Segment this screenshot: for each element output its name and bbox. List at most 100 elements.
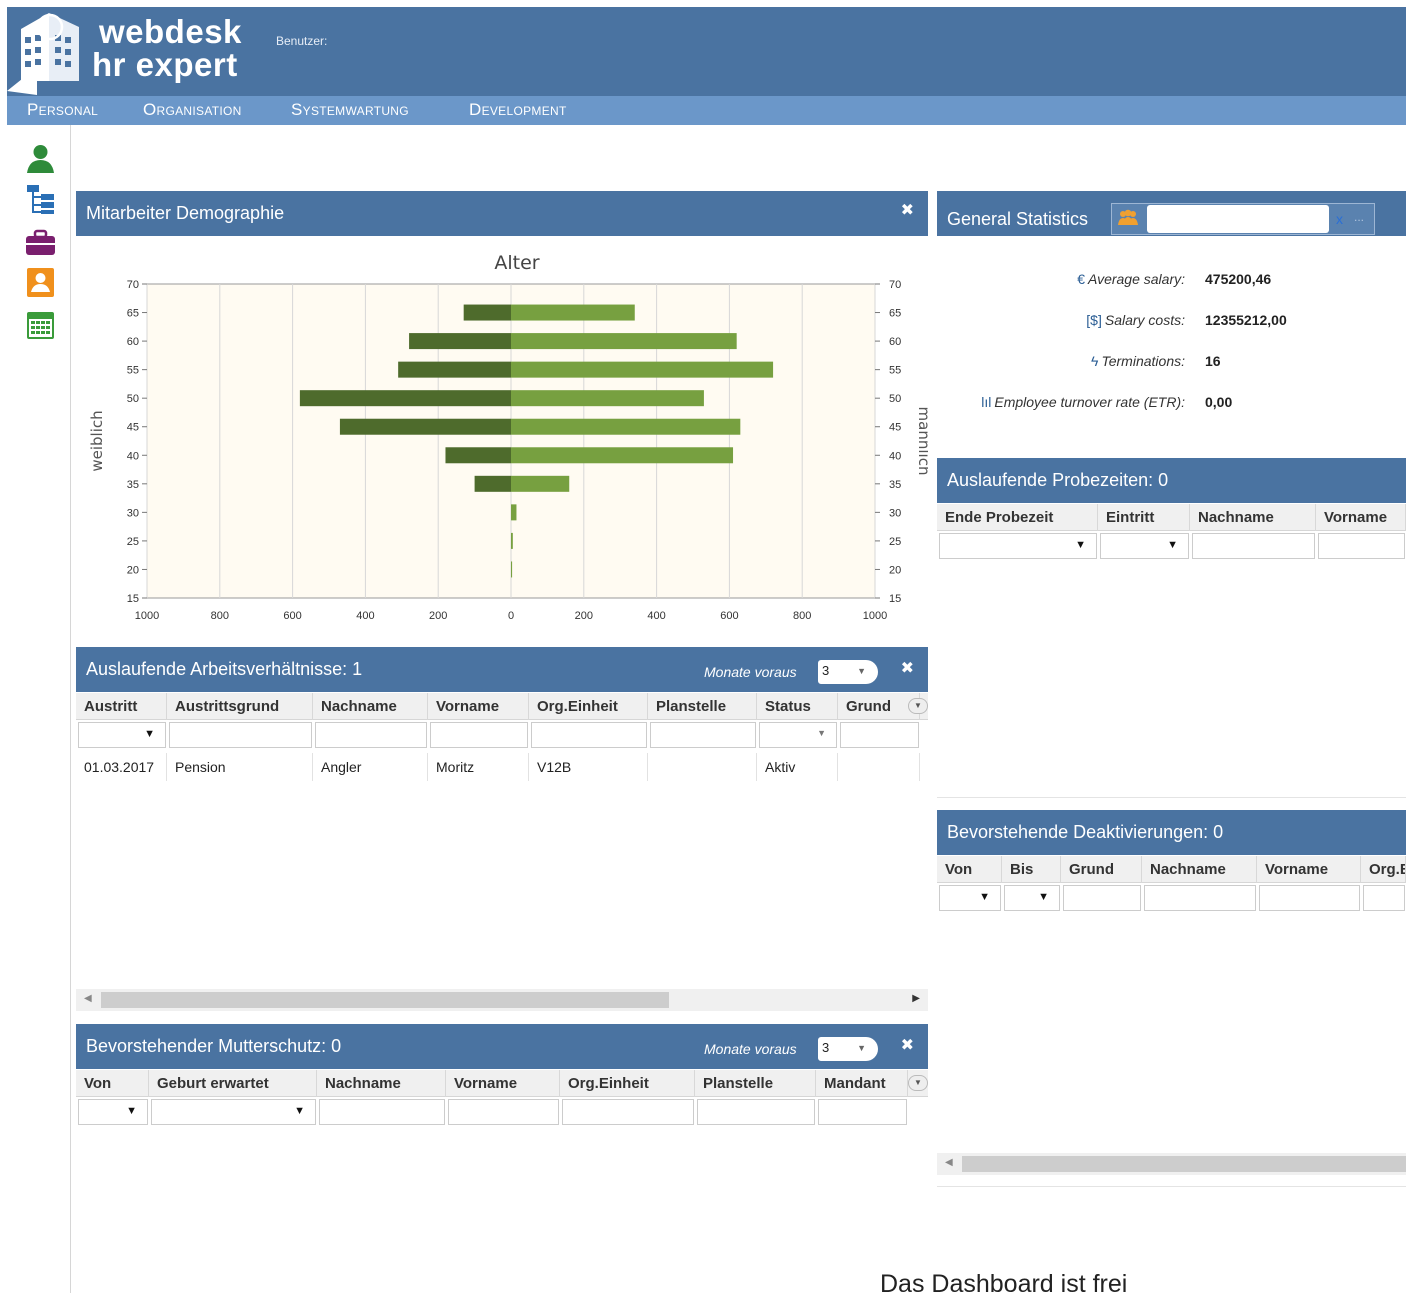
column-header[interactable]: Vorname [446,1070,560,1097]
group-icon[interactable] [1117,209,1139,227]
column-header[interactable]: Ende Probezeit [937,504,1098,531]
filter-input[interactable]: ▼ [78,1099,148,1125]
table-cell [838,753,920,781]
panel-header: Bevorstehender Mutterschutz: 0 Monate vo… [76,1024,928,1069]
filter-input[interactable]: ▼ [78,722,166,748]
column-header[interactable]: Von [76,1070,149,1097]
filter-input[interactable] [1363,885,1405,911]
org-tree-icon[interactable] [25,183,56,214]
y-tick-label-left: 60 [127,336,139,348]
logo[interactable]: webdesk hr expert [7,7,267,96]
stat-label-text: Salary costs: [1104,312,1185,328]
scroll-right-icon[interactable]: ▶ [912,993,920,1004]
column-header[interactable]: Org.Einheit [529,693,648,720]
filter-input[interactable]: ▼ [759,722,837,748]
dropdown-arrow-icon[interactable]: ▼ [1038,891,1049,903]
filter-input[interactable] [650,722,756,748]
column-header[interactable]: Nachname [1190,504,1316,531]
more-icon[interactable]: ... [1354,210,1364,224]
briefcase-icon[interactable] [25,227,56,258]
bar-maennlich [511,561,513,578]
calendar-icon[interactable] [25,309,56,340]
dropdown-arrow-icon[interactable]: ▼ [1167,539,1178,551]
x-tick-label: 800 [211,610,229,622]
y-tick-label-right: 35 [889,479,901,491]
menu-development[interactable]: Development [469,100,567,120]
filter-input[interactable] [315,722,427,748]
dropdown-arrow-icon[interactable]: ▼ [979,891,990,903]
dropdown-arrow-icon[interactable]: ▼ [294,1105,305,1117]
scrollbar-thumb[interactable] [101,992,669,1008]
panel-general-statistics: General Statistics x ... € Average salary… [937,191,1406,447]
column-header[interactable]: Planstelle [695,1070,816,1097]
column-header[interactable]: Planstelle [648,693,757,720]
column-header[interactable]: Status [757,693,838,720]
close-icon[interactable]: ✖ [901,658,914,678]
bar-weiblich [339,418,511,435]
column-header[interactable]: Nachname [317,1070,446,1097]
column-header[interactable]: Org.E [1361,856,1406,883]
bar-maennlich [511,447,734,464]
menu-organisation[interactable]: Organisation [143,100,242,120]
horizontal-scrollbar[interactable]: ◀ ▶ [76,989,928,1011]
contact-card-icon[interactable] [25,267,56,298]
filter-input[interactable] [1318,533,1405,559]
dropdown-arrow-icon[interactable]: ▼ [1075,539,1086,551]
column-header[interactable]: Von [937,856,1002,883]
filter-input[interactable] [531,722,647,748]
column-header[interactable]: Vorname [1257,856,1361,883]
column-header[interactable]: Bis [1002,856,1061,883]
panel-title: General Statistics [947,209,1089,229]
filter-input[interactable] [840,722,919,748]
person-icon[interactable] [25,143,56,174]
dropdown-arrow-icon[interactable]: ▼ [126,1105,137,1117]
filter-input[interactable] [1259,885,1360,911]
close-icon[interactable]: ✖ [901,1035,914,1055]
table-cell: Pension [167,753,313,781]
column-header[interactable]: Nachname [1142,856,1257,883]
stat-value: 16 [1205,353,1221,369]
scroll-left-icon[interactable]: ◀ [84,993,92,1004]
filter-input[interactable] [430,722,528,748]
filter-input[interactable]: ▼ [1004,885,1060,911]
clear-filter-icon[interactable]: x [1336,211,1343,227]
stat-row: [$] Salary costs: 12355212,00 [937,312,1406,334]
menu-systemwartung[interactable]: Systemwartung [291,100,409,120]
months-ahead-select[interactable]: 3 ▼ [818,1037,878,1061]
column-menu-icon[interactable]: ▼ [908,698,928,714]
column-header[interactable]: Org.Einheit [560,1070,695,1097]
column-header[interactable]: Geburt erwartet [149,1070,317,1097]
column-header[interactable]: Austritt [76,693,167,720]
months-ahead-select[interactable]: 3 ▼ [818,660,878,684]
filter-input[interactable] [1192,533,1315,559]
filter-input[interactable] [1144,885,1256,911]
close-icon[interactable]: ✖ [901,200,914,220]
filter-input[interactable] [562,1099,694,1125]
filter-input[interactable]: ▼ [939,885,1001,911]
dropdown-arrow-icon[interactable]: ▼ [144,728,155,740]
filter-input[interactable] [169,722,312,748]
menu-personal[interactable]: Personal [27,100,98,120]
stats-filter-input[interactable] [1147,205,1329,233]
scrollbar-thumb[interactable] [962,1156,1406,1172]
filter-input[interactable] [448,1099,559,1125]
column-menu-icon[interactable]: ▼ [908,1075,928,1091]
filter-input[interactable] [697,1099,815,1125]
column-header[interactable]: Eintritt [1098,504,1190,531]
filter-input[interactable]: ▼ [151,1099,316,1125]
table-row[interactable]: 01.03.2017 Pension Angler Moritz V12B Aktiv [76,753,928,781]
column-header[interactable]: Nachname [313,693,428,720]
dropdown-arrow-icon[interactable]: ▼ [817,728,826,738]
filter-input[interactable]: ▼ [939,533,1097,559]
column-header[interactable]: Mandant [816,1070,908,1097]
scroll-left-icon[interactable]: ◀ [945,1157,953,1168]
column-header[interactable]: Vorname [428,693,529,720]
horizontal-scrollbar[interactable]: ◀ [937,1153,1406,1175]
column-header[interactable]: Grund [1061,856,1142,883]
column-header[interactable]: Austrittsgrund [167,693,313,720]
filter-input[interactable]: ▼ [1100,533,1189,559]
filter-input[interactable] [319,1099,445,1125]
column-header[interactable]: Vorname [1316,504,1406,531]
filter-input[interactable] [1063,885,1141,911]
filter-input[interactable] [818,1099,907,1125]
